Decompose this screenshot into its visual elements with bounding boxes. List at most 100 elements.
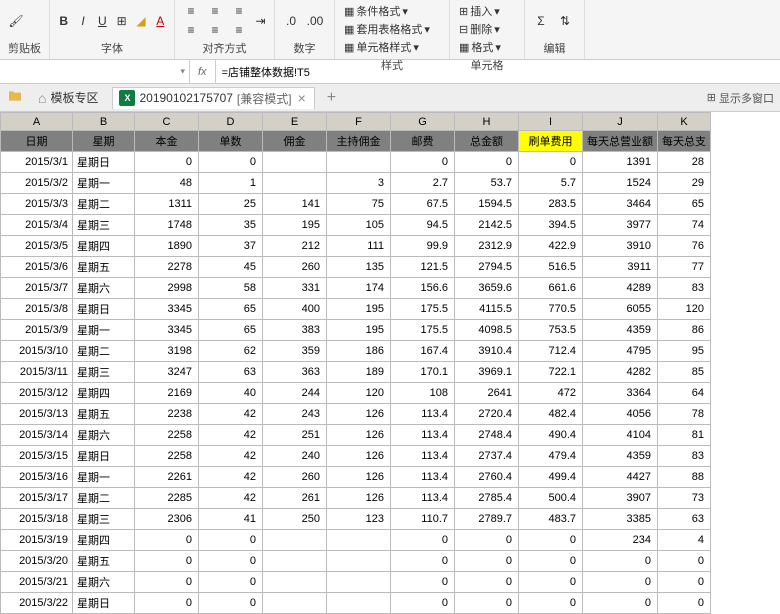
cell[interactable] bbox=[263, 551, 327, 572]
cell[interactable]: 星期六 bbox=[73, 572, 135, 593]
cell[interactable]: 3345 bbox=[135, 320, 199, 341]
cell[interactable]: 212 bbox=[263, 236, 327, 257]
cell[interactable]: 2015/3/1 bbox=[1, 152, 73, 173]
font-color-button[interactable]: A bbox=[153, 12, 168, 30]
cell[interactable] bbox=[263, 152, 327, 173]
cell[interactable]: 195 bbox=[327, 320, 391, 341]
cell[interactable]: 1748 bbox=[135, 215, 199, 236]
cell[interactable]: 0 bbox=[199, 593, 263, 614]
cell[interactable]: 2261 bbox=[135, 467, 199, 488]
folder-icon[interactable] bbox=[6, 88, 24, 107]
cell[interactable]: 189 bbox=[327, 362, 391, 383]
field-header[interactable]: 佣金 bbox=[263, 131, 327, 152]
column-header-A[interactable]: A bbox=[1, 113, 73, 131]
cell[interactable]: 2794.5 bbox=[455, 257, 519, 278]
column-header-C[interactable]: C bbox=[135, 113, 199, 131]
cell[interactable]: 482.4 bbox=[519, 404, 583, 425]
cell[interactable]: 星期一 bbox=[73, 467, 135, 488]
underline-button[interactable]: U bbox=[95, 12, 110, 30]
cell[interactable]: 2278 bbox=[135, 257, 199, 278]
cell[interactable]: 3910.4 bbox=[455, 341, 519, 362]
tab-workbook[interactable]: X 20190102175707 [兼容模式] × bbox=[112, 87, 314, 109]
cell[interactable]: 45 bbox=[199, 257, 263, 278]
indent-button[interactable]: ⇥ bbox=[253, 12, 268, 30]
tab-template[interactable]: ⌂ 模板专区 bbox=[32, 87, 104, 108]
cell[interactable]: 359 bbox=[263, 341, 327, 362]
cell[interactable]: 83 bbox=[658, 278, 711, 299]
cell[interactable]: 3977 bbox=[583, 215, 658, 236]
cell[interactable]: 2015/3/21 bbox=[1, 572, 73, 593]
cell[interactable]: 73 bbox=[658, 488, 711, 509]
cell[interactable]: 516.5 bbox=[519, 257, 583, 278]
column-header-K[interactable]: K bbox=[658, 113, 711, 131]
cell[interactable]: 67.5 bbox=[391, 194, 455, 215]
cell[interactable]: 2285 bbox=[135, 488, 199, 509]
column-header-D[interactable]: D bbox=[199, 113, 263, 131]
cell[interactable]: 64 bbox=[658, 383, 711, 404]
cell[interactable]: 42 bbox=[199, 467, 263, 488]
cell[interactable]: 0 bbox=[583, 593, 658, 614]
cell[interactable]: 0 bbox=[391, 593, 455, 614]
column-header-H[interactable]: H bbox=[455, 113, 519, 131]
field-header[interactable]: 每天总营业额 bbox=[583, 131, 658, 152]
cell[interactable]: 2258 bbox=[135, 446, 199, 467]
cell[interactable]: 86 bbox=[658, 320, 711, 341]
cell[interactable]: 星期三 bbox=[73, 215, 135, 236]
cell[interactable]: 42 bbox=[199, 446, 263, 467]
cell[interactable]: 3907 bbox=[583, 488, 658, 509]
cell[interactable]: 4098.5 bbox=[455, 320, 519, 341]
cell[interactable]: 2015/3/4 bbox=[1, 215, 73, 236]
cell[interactable]: 4427 bbox=[583, 467, 658, 488]
cell[interactable]: 28 bbox=[658, 152, 711, 173]
cell[interactable]: 113.4 bbox=[391, 446, 455, 467]
cell[interactable]: 195 bbox=[327, 299, 391, 320]
cell[interactable]: 3910 bbox=[583, 236, 658, 257]
cell[interactable] bbox=[263, 173, 327, 194]
cell[interactable]: 722.1 bbox=[519, 362, 583, 383]
cell[interactable]: 星期日 bbox=[73, 593, 135, 614]
tab-close-button[interactable]: × bbox=[296, 90, 308, 106]
column-header-J[interactable]: J bbox=[583, 113, 658, 131]
cell[interactable]: 2015/3/20 bbox=[1, 551, 73, 572]
cell[interactable]: 2015/3/14 bbox=[1, 425, 73, 446]
cell[interactable]: 2238 bbox=[135, 404, 199, 425]
cell[interactable]: 3364 bbox=[583, 383, 658, 404]
cell[interactable] bbox=[263, 572, 327, 593]
cell[interactable]: 4359 bbox=[583, 320, 658, 341]
cell[interactable]: 4 bbox=[658, 530, 711, 551]
cell[interactable]: 星期四 bbox=[73, 383, 135, 404]
cell[interactable]: 0 bbox=[135, 152, 199, 173]
cell[interactable]: 770.5 bbox=[519, 299, 583, 320]
column-header-G[interactable]: G bbox=[391, 113, 455, 131]
cell[interactable]: 113.4 bbox=[391, 488, 455, 509]
cell[interactable]: 2142.5 bbox=[455, 215, 519, 236]
cell[interactable]: 186 bbox=[327, 341, 391, 362]
cell[interactable]: 126 bbox=[327, 404, 391, 425]
cell[interactable]: 85 bbox=[658, 362, 711, 383]
cell[interactable]: 490.4 bbox=[519, 425, 583, 446]
cell[interactable]: 0 bbox=[455, 572, 519, 593]
cell[interactable]: 0 bbox=[658, 593, 711, 614]
cell[interactable]: 42 bbox=[199, 488, 263, 509]
cell[interactable]: 2015/3/15 bbox=[1, 446, 73, 467]
cell[interactable]: 53.7 bbox=[455, 173, 519, 194]
cell[interactable]: 383 bbox=[263, 320, 327, 341]
cell[interactable]: 113.4 bbox=[391, 404, 455, 425]
cell[interactable]: 2015/3/18 bbox=[1, 509, 73, 530]
cell[interactable]: 394.5 bbox=[519, 215, 583, 236]
table-format-button[interactable]: ▦ 套用表格格式 ▾ bbox=[341, 20, 433, 38]
cell[interactable]: 4104 bbox=[583, 425, 658, 446]
cell[interactable]: 99.9 bbox=[391, 236, 455, 257]
cell[interactable]: 95 bbox=[658, 341, 711, 362]
field-header[interactable]: 主持佣金 bbox=[327, 131, 391, 152]
cell[interactable]: 3659.6 bbox=[455, 278, 519, 299]
cell[interactable]: 0 bbox=[199, 530, 263, 551]
cell[interactable]: 120 bbox=[327, 383, 391, 404]
cell[interactable]: 331 bbox=[263, 278, 327, 299]
cell[interactable]: 260 bbox=[263, 467, 327, 488]
cell[interactable]: 251 bbox=[263, 425, 327, 446]
format-painter-icon[interactable]: 🖌 bbox=[6, 12, 26, 30]
cell[interactable]: 77 bbox=[658, 257, 711, 278]
cell[interactable]: 65 bbox=[199, 299, 263, 320]
cell[interactable]: 105 bbox=[327, 215, 391, 236]
